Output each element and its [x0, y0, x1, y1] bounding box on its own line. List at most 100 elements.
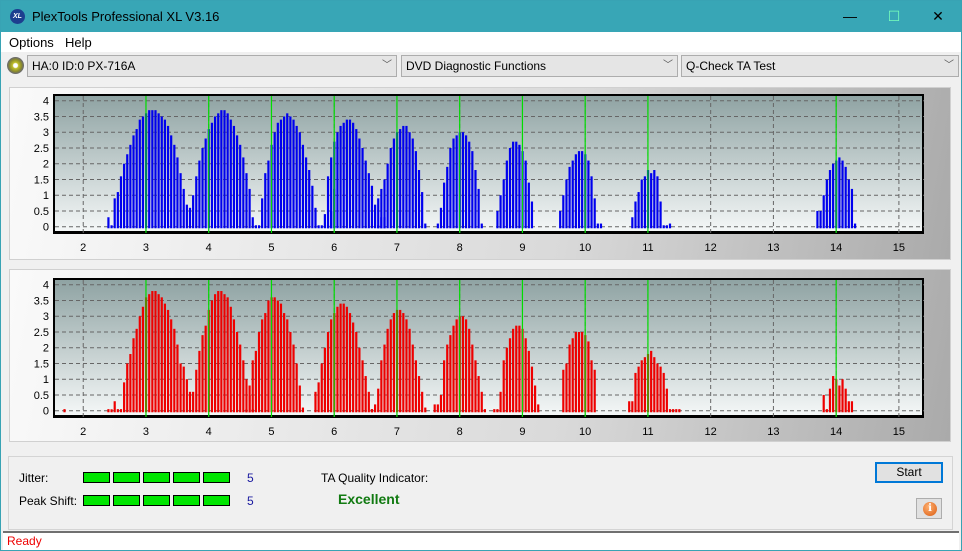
histogram-bar	[505, 160, 508, 229]
drive-select-value: HA:0 ID:0 PX-716A	[32, 59, 136, 73]
meter-segment	[203, 495, 230, 506]
histogram-bar	[292, 119, 295, 229]
histogram-bar	[659, 201, 662, 229]
histogram-bar	[113, 198, 116, 229]
x-tick-label: 14	[830, 426, 842, 438]
histogram-bar	[201, 147, 204, 229]
histogram-bar	[295, 125, 298, 229]
histogram-bar	[574, 331, 577, 413]
histogram-bar	[148, 110, 151, 229]
test-select[interactable]: Q-Check TA Test ﹀	[681, 55, 959, 77]
histogram-bar	[166, 309, 170, 413]
histogram-bar	[235, 331, 239, 413]
histogram-bar	[264, 313, 267, 413]
start-button[interactable]: Start	[875, 462, 943, 483]
histogram-bar	[314, 207, 317, 229]
y-tick-label: 2	[43, 343, 49, 355]
histogram-bar	[461, 132, 465, 229]
drive-select[interactable]: HA:0 ID:0 PX-716A ﹀	[27, 55, 397, 77]
y-tick-label: 4	[43, 96, 49, 108]
x-tick-label: 2	[80, 426, 86, 438]
histogram-bar	[838, 385, 841, 413]
histogram-bar	[126, 363, 129, 413]
histogram-bar	[320, 225, 323, 229]
meter-segment	[143, 472, 170, 483]
histogram-bar	[659, 366, 662, 413]
histogram-bar	[213, 294, 217, 413]
histogram-bar	[176, 344, 179, 413]
histogram-bar	[643, 357, 646, 413]
jitter-label: Jitter:	[19, 471, 49, 485]
x-tick-label: 11	[642, 242, 653, 254]
histogram-bar	[129, 144, 132, 229]
jitter-meter	[83, 472, 230, 483]
histogram-bar	[163, 303, 167, 413]
histogram-bar	[515, 325, 518, 413]
histogram-bar	[838, 157, 841, 229]
close-button[interactable]: ✕	[915, 1, 961, 32]
meter-segment	[83, 495, 110, 506]
histogram-bar	[110, 225, 113, 229]
histogram-bar	[179, 173, 182, 229]
histogram-bar	[123, 382, 126, 413]
histogram-bar	[63, 409, 66, 413]
histogram-bar	[361, 360, 364, 413]
histogram-bar	[424, 407, 427, 413]
histogram-bar	[499, 195, 502, 229]
x-tick-label: 15	[893, 426, 905, 438]
histogram-bar	[126, 154, 129, 229]
histogram-bar	[380, 360, 383, 413]
histogram-bar	[132, 135, 135, 229]
histogram-bar	[135, 129, 138, 229]
histogram-bar	[119, 176, 123, 229]
histogram-bar	[590, 360, 593, 413]
minimize-button[interactable]: —	[827, 1, 873, 32]
histogram-bar	[568, 166, 571, 229]
x-tick-label: 8	[457, 242, 463, 254]
y-tick-label: 1.5	[34, 358, 49, 370]
histogram-bar	[129, 354, 132, 413]
maximize-button[interactable]: ☐	[871, 1, 917, 32]
histogram-bar	[446, 166, 449, 229]
histogram-bar	[235, 135, 239, 229]
menu-help[interactable]: Help	[65, 35, 92, 50]
x-tick-label: 3	[143, 426, 149, 438]
histogram-bar	[364, 160, 367, 229]
histogram-bar	[559, 210, 562, 229]
histogram-bar	[204, 138, 207, 229]
y-tick-label: 0.5	[34, 206, 49, 218]
histogram-bar	[392, 313, 396, 413]
x-tick-label: 2	[80, 242, 86, 254]
histogram-bar	[853, 223, 857, 229]
histogram-bar	[508, 338, 512, 413]
menu-options[interactable]: Options	[9, 35, 54, 50]
info-button[interactable]: i	[916, 498, 942, 519]
histogram-bar	[239, 344, 242, 413]
histogram-bar	[298, 132, 301, 229]
y-tick-label: 2.5	[34, 143, 49, 155]
histogram-bar	[386, 163, 389, 229]
histogram-bar	[417, 376, 421, 413]
histogram-bar	[653, 357, 656, 413]
y-tick-label: 4	[43, 280, 49, 292]
histogram-bar	[226, 297, 229, 413]
histogram-bar	[210, 300, 214, 413]
histogram-bar	[455, 135, 458, 229]
histogram-bar	[352, 322, 355, 413]
histogram-bar	[323, 214, 326, 229]
meter-segment	[203, 472, 230, 483]
histogram-bar	[213, 116, 217, 229]
function-select[interactable]: DVD Diagnostic Functions ﹀	[401, 55, 678, 77]
y-tick-label: 3	[43, 311, 49, 323]
histogram-bar	[847, 401, 850, 413]
histogram-bar	[471, 151, 474, 229]
histogram-bar	[496, 210, 499, 229]
histogram-bar	[361, 147, 364, 229]
histogram-bar	[417, 170, 421, 229]
x-tick-label: 14	[830, 242, 842, 254]
histogram-bar	[276, 300, 279, 413]
histogram-bar	[138, 316, 141, 413]
histogram-bar	[562, 195, 565, 229]
histogram-bar	[173, 328, 176, 413]
histogram-bar	[599, 223, 603, 229]
